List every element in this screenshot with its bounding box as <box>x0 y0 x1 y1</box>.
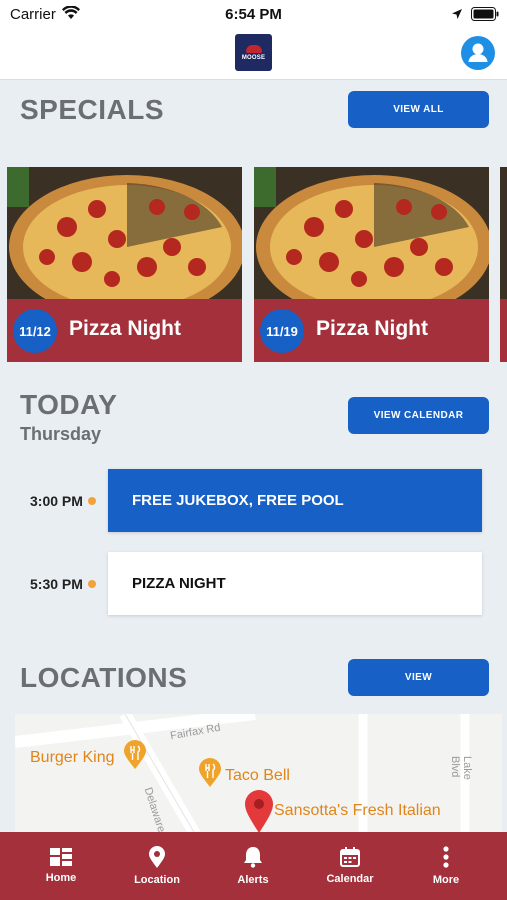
special-date-badge: 11/12 <box>13 309 57 353</box>
tab-calendar[interactable]: Calendar <box>300 832 400 900</box>
tab-location[interactable]: Location <box>107 832 207 900</box>
status-bar: Carrier 6:54 PM <box>0 0 507 30</box>
tab-label: More <box>432 874 460 886</box>
event-time: 5:30 PM <box>30 576 83 592</box>
restaurant-icon <box>123 740 147 775</box>
bell-icon <box>244 847 262 868</box>
calendar-icon <box>340 847 360 867</box>
pizza-photo <box>500 167 507 299</box>
locations-map[interactable]: Burger King Taco Bell Sansotta's Fresh I… <box>15 714 502 834</box>
pizza-photo <box>7 167 242 299</box>
today-weekday: Thursday <box>20 424 102 444</box>
tab-more[interactable]: More <box>396 832 496 900</box>
special-card-peek[interactable] <box>500 167 507 362</box>
map-place-label: Sansotta's Fresh Italian <box>274 802 441 819</box>
moose-logo-icon <box>245 44 262 53</box>
event-card[interactable]: PIZZA NIGHT <box>108 552 482 615</box>
view-calendar-button[interactable]: VIEW CALENDAR <box>348 397 489 434</box>
special-card[interactable]: 11/19 Pizza Night <box>254 167 489 362</box>
locations-title: LOCATIONS <box>20 662 188 693</box>
special-title: Pizza Night <box>69 317 182 340</box>
tab-label: Calendar <box>326 873 374 885</box>
view-all-button[interactable]: VIEW ALL <box>348 91 489 128</box>
tab-label: Location <box>134 874 180 886</box>
profile-button[interactable] <box>461 36 495 70</box>
event-card[interactable]: FREE JUKEBOX, FREE POOL <box>108 469 482 532</box>
event-dot-icon <box>88 497 96 505</box>
today-title: TODAY <box>20 389 118 420</box>
tab-alerts[interactable]: Alerts <box>203 832 303 900</box>
special-card[interactable]: 11/12 Pizza Night <box>7 167 242 362</box>
event-title: PIZZA NIGHT <box>132 575 226 592</box>
logo-text: MOOSE <box>241 54 266 61</box>
restaurant-icon <box>198 758 222 793</box>
tab-label: Alerts <box>237 874 269 886</box>
special-title: Pizza Night <box>316 317 429 340</box>
app-logo[interactable]: MOOSE <box>235 34 272 71</box>
app-header: MOOSE <box>0 30 507 80</box>
tab-home[interactable]: Home <box>11 832 111 900</box>
tab-label: Home <box>45 872 77 884</box>
specials-title: SPECIALS <box>20 94 165 125</box>
location-arrow-icon <box>451 7 463 25</box>
more-vertical-icon <box>443 846 449 868</box>
battery-icon <box>471 7 499 26</box>
pizza-photo <box>254 167 489 299</box>
map-pin-icon <box>149 846 165 868</box>
event-title: FREE JUKEBOX, FREE POOL <box>132 492 344 509</box>
view-locations-button[interactable]: VIEW <box>348 659 489 696</box>
map-place-label: Taco Bell <box>225 767 290 784</box>
home-grid-icon <box>50 848 72 866</box>
user-icon <box>468 43 488 62</box>
map-street-label: Lake Blvd <box>449 756 473 780</box>
map-pin-icon[interactable] <box>244 789 274 834</box>
tab-bar: Home Location Alerts Calendar More <box>0 832 507 900</box>
event-dot-icon <box>88 580 96 588</box>
event-time: 3:00 PM <box>30 493 83 509</box>
map-place-label: Burger King <box>30 749 115 766</box>
special-date-badge: 11/19 <box>260 309 304 353</box>
clock: 6:54 PM <box>225 6 282 23</box>
